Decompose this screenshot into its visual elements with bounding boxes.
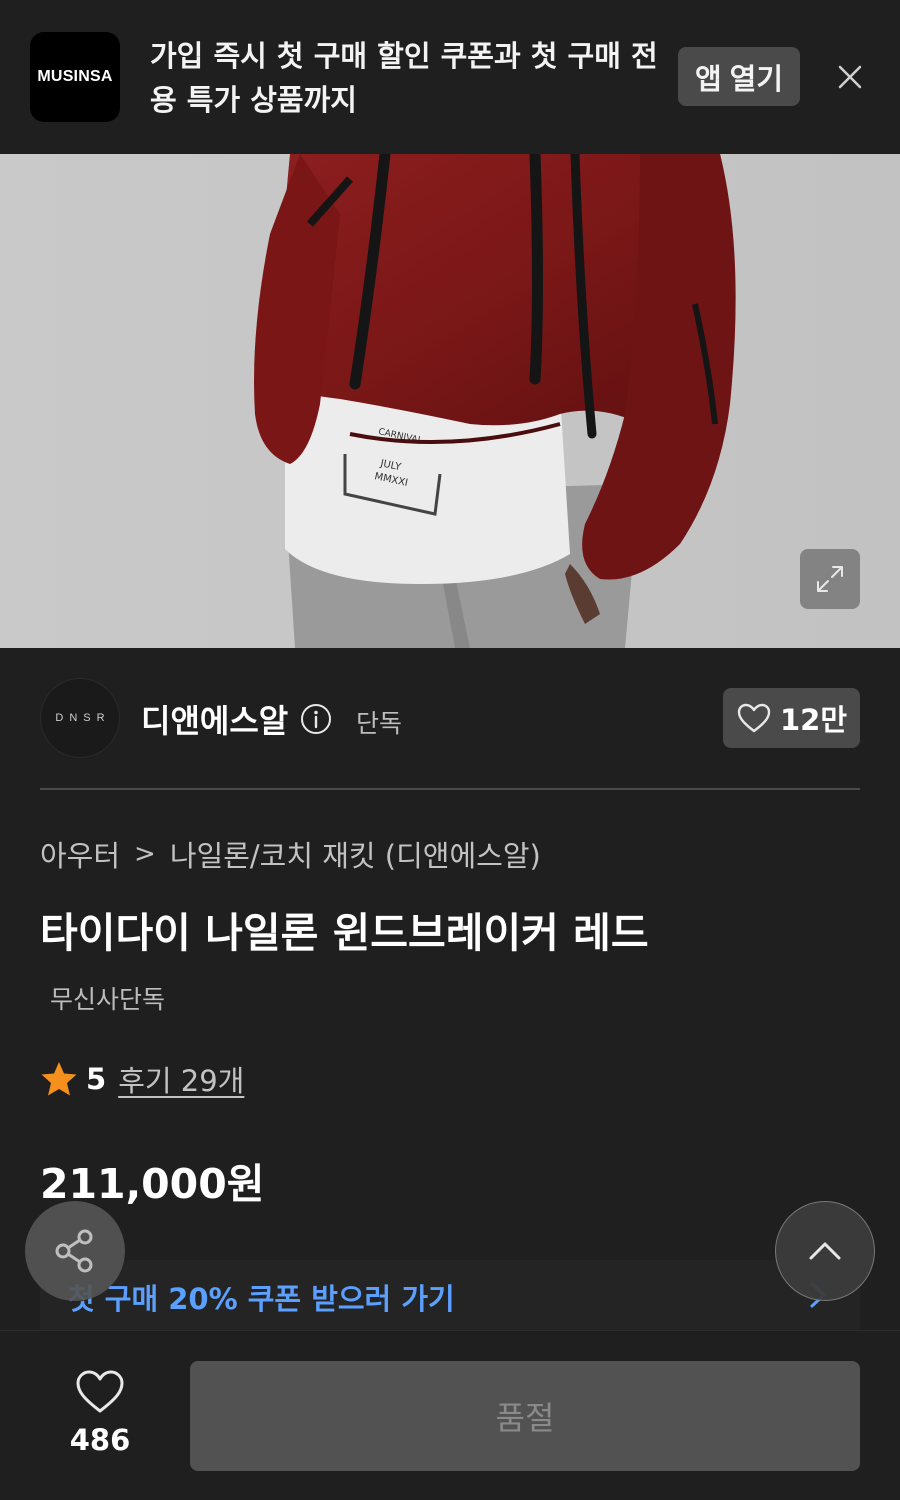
product-title: 타이다이 나일론 윈드브레이커 레드 <box>40 909 649 957</box>
info-icon[interactable] <box>300 703 332 735</box>
musinsa-app-logo: MUSINSA <box>30 32 120 122</box>
soldout-button[interactable]: 품절 <box>190 1361 860 1471</box>
app-logo-text: MUSINSA <box>37 68 113 85</box>
review-link[interactable]: 후기 29개 <box>118 1058 244 1100</box>
expand-icon[interactable] <box>800 549 860 609</box>
coupon-link[interactable]: 첫 구매 20% 쿠폰 받으러 가기 <box>40 1260 860 1330</box>
brand-row: DNSR 디앤에스알 단독 12만 <box>40 678 860 758</box>
brand-like-count: 12만 <box>779 703 848 737</box>
chevron-up-icon <box>809 1242 841 1260</box>
breadcrumb-category[interactable]: 아우터 <box>40 833 120 875</box>
brand-name[interactable]: 디앤에스알 <box>141 696 288 742</box>
rating-row: 5 후기 29개 <box>40 1058 244 1100</box>
exclusive-tag: 단독 <box>356 709 403 738</box>
share-icon <box>55 1229 93 1273</box>
scroll-top-button[interactable] <box>775 1201 875 1301</box>
brand-logo[interactable]: DNSR <box>40 678 120 758</box>
banner-message: 가입 즉시 첫 구매 할인 쿠폰과 첫 구매 전용 특가 상품까지 <box>150 39 658 117</box>
heart-icon <box>76 1370 124 1413</box>
exclusive-label: 무신사단독 <box>50 985 166 1014</box>
breadcrumb: 아우터 > 나일론/코치 재킷 (디앤에스알) <box>40 833 541 875</box>
breadcrumb-separator: > <box>134 839 156 869</box>
brand-logo-text: DNSR <box>55 712 111 724</box>
wishlist-count: 486 <box>69 1423 131 1457</box>
wishlist-button[interactable]: 486 <box>55 1369 145 1469</box>
star-icon <box>41 1062 77 1096</box>
divider <box>40 788 860 790</box>
rating-value: 5 <box>86 1062 107 1096</box>
brand-like-button[interactable]: 12만 <box>723 688 860 748</box>
product-image[interactable]: CARNIVAL JULY MMXXI <box>0 154 900 648</box>
bottom-action-bar: 486 품절 <box>0 1330 900 1500</box>
close-icon[interactable] <box>830 57 870 97</box>
open-app-button[interactable]: 앱 열기 <box>678 47 800 106</box>
heart-icon <box>737 703 771 733</box>
breadcrumb-subcategory[interactable]: 나일론/코치 재킷 (디앤에스알) <box>170 833 541 875</box>
share-button[interactable] <box>25 1201 125 1301</box>
coupon-label: 첫 구매 20% 쿠폰 받으러 가기 <box>68 1282 455 1316</box>
app-install-banner: MUSINSA 가입 즉시 첫 구매 할인 쿠폰과 첫 구매 전용 특가 상품까… <box>0 0 900 154</box>
